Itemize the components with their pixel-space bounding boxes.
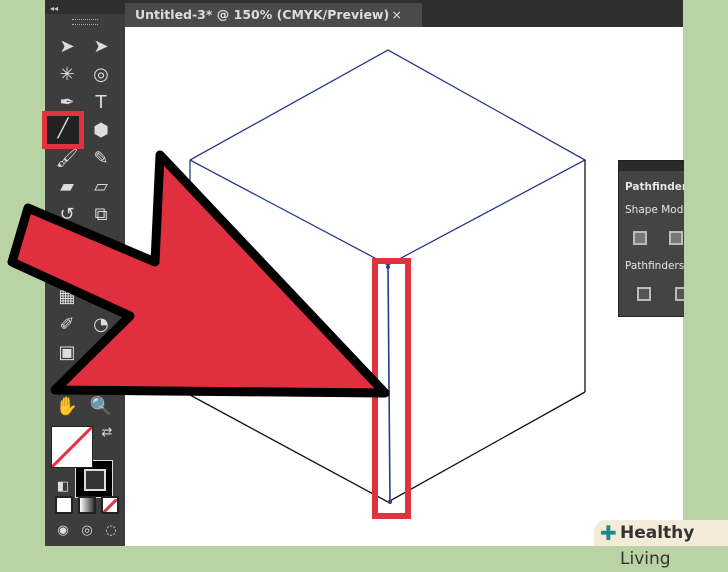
pointer-arrow	[7, 150, 390, 398]
cube-bottom-edges	[189, 391, 586, 503]
logo-text-bold: Healthy	[620, 523, 695, 543]
illustration-overlay	[7, 49, 587, 519]
selected-line-segment[interactable]	[387, 264, 391, 503]
healthy-living-logo: ✚ Healthy Living	[594, 520, 728, 569]
cube-top-face	[189, 49, 587, 266]
anchor-point[interactable]	[386, 265, 390, 269]
anchor-point[interactable]	[388, 500, 392, 504]
logo-text-regular: Living	[620, 549, 671, 569]
plus-leaf-icon: ✚	[600, 521, 617, 545]
